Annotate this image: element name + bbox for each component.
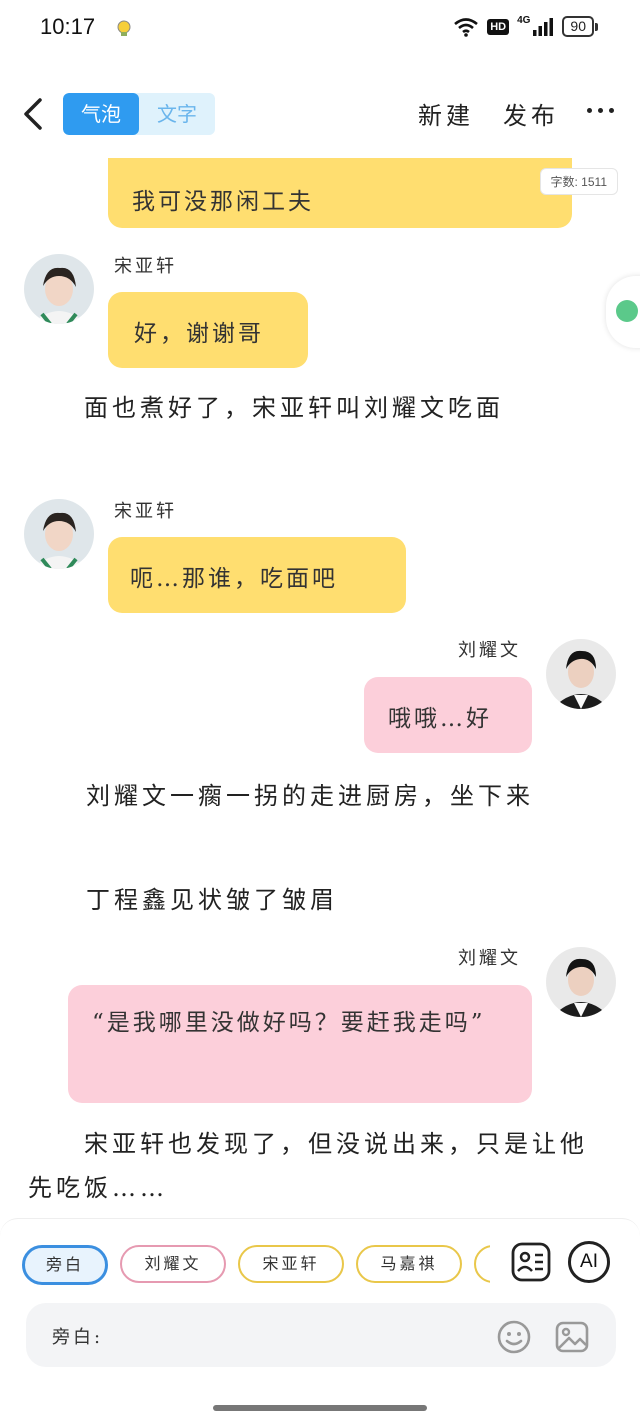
character-card-icon[interactable] — [510, 1241, 552, 1283]
mode-switch: 气泡 文字 — [63, 93, 215, 135]
story-content[interactable]: 我可没那闲工夫 字数: 1511 宋亚轩 好，谢谢哥 面也煮好了，宋亚轩叫刘耀文… — [0, 158, 640, 1220]
ai-button[interactable]: AI — [568, 1241, 610, 1283]
battery-icon: 90 — [562, 16, 598, 37]
speaker-name: 宋亚轩 — [114, 501, 177, 522]
image-icon[interactable] — [554, 1319, 590, 1355]
input-panel: 旁白 刘耀文 宋亚轩 马嘉祺 AI 旁白: — [0, 1218, 640, 1422]
new-button[interactable]: 新建 — [418, 96, 474, 131]
message-text: 呃…那谁，吃面吧 — [130, 566, 338, 592]
chip-character[interactable] — [474, 1245, 490, 1283]
status-time: 10:17 — [40, 14, 96, 39]
emoji-icon[interactable] — [496, 1319, 532, 1355]
side-float-button[interactable] — [606, 276, 640, 348]
message-input[interactable] — [118, 1317, 502, 1355]
avatar-song-yaxuan[interactable] — [24, 499, 94, 569]
chip-character[interactable]: 刘耀文 — [120, 1245, 226, 1283]
avatar-liu-yaowen[interactable] — [546, 947, 616, 1017]
hd-badge: HD — [487, 18, 510, 35]
tab-bubble[interactable]: 气泡 — [63, 93, 139, 135]
speaker-name: 宋亚轩 — [114, 256, 177, 277]
narration-text[interactable]: 宋亚轩也发现了，但没说出来，只是让他先吃饭…… — [28, 1122, 608, 1210]
speaker-name: 刘耀文 — [458, 640, 521, 661]
battery-level: 90 — [562, 16, 594, 37]
word-count-badge: 字数: 1511 — [539, 168, 618, 195]
narration-text[interactable]: 刘耀文一瘸一拐的走进厨房，坐下来 — [30, 774, 600, 818]
input-bar: 旁白: — [26, 1303, 616, 1367]
status-icons: HD 4G 90 — [453, 15, 598, 37]
message-bubble[interactable]: 好，谢谢哥 — [108, 292, 308, 368]
chip-character[interactable]: 马嘉祺 — [356, 1245, 462, 1283]
publish-button[interactable]: 发布 — [503, 96, 559, 131]
chip-character[interactable]: 宋亚轩 — [238, 1245, 344, 1283]
more-icon[interactable] — [587, 108, 614, 113]
message-text: “是我哪里没做好吗？要赶我走吗” — [92, 1010, 486, 1036]
chip-narrator[interactable]: 旁白 — [22, 1245, 108, 1285]
side-float-icon — [616, 300, 638, 322]
message-text: 哦哦…好 — [388, 706, 492, 732]
home-indicator[interactable] — [213, 1405, 427, 1411]
network-type: 4G — [517, 15, 531, 26]
speaker-name: 刘耀文 — [458, 948, 521, 969]
back-arrow-icon[interactable] — [18, 94, 50, 134]
narration-text[interactable]: 丁程鑫见状皱了皱眉 — [30, 878, 600, 922]
screen: 10:17 HD 4G 90 气泡 文字 新建 发布 我可没那闲工夫 字数: 1… — [0, 0, 640, 1422]
message-bubble[interactable]: 哦哦…好 — [364, 677, 532, 753]
narration-text[interactable]: 面也煮好了，宋亚轩叫刘耀文吃面 — [28, 386, 610, 430]
avatar-song-yaxuan[interactable] — [24, 254, 94, 324]
avatar-liu-yaowen[interactable] — [546, 639, 616, 709]
tab-text[interactable]: 文字 — [139, 93, 215, 135]
top-bar: 气泡 文字 新建 发布 — [0, 72, 640, 156]
message-bubble[interactable]: “是我哪里没做好吗？要赶我走吗” — [68, 985, 532, 1103]
character-selector: 旁白 刘耀文 宋亚轩 马嘉祺 — [20, 1245, 490, 1285]
signal-icon — [533, 17, 554, 36]
message-text: 我可没那闲工夫 — [132, 189, 314, 215]
wifi-icon — [454, 17, 479, 37]
notification-emoji-icon — [117, 20, 131, 36]
input-speaker-label: 旁白: — [52, 1327, 104, 1348]
message-text: 好，谢谢哥 — [134, 321, 264, 347]
status-bar: 10:17 HD 4G 90 — [0, 0, 640, 58]
message-bubble[interactable]: 我可没那闲工夫 — [108, 158, 572, 228]
message-bubble[interactable]: 呃…那谁，吃面吧 — [108, 537, 406, 613]
